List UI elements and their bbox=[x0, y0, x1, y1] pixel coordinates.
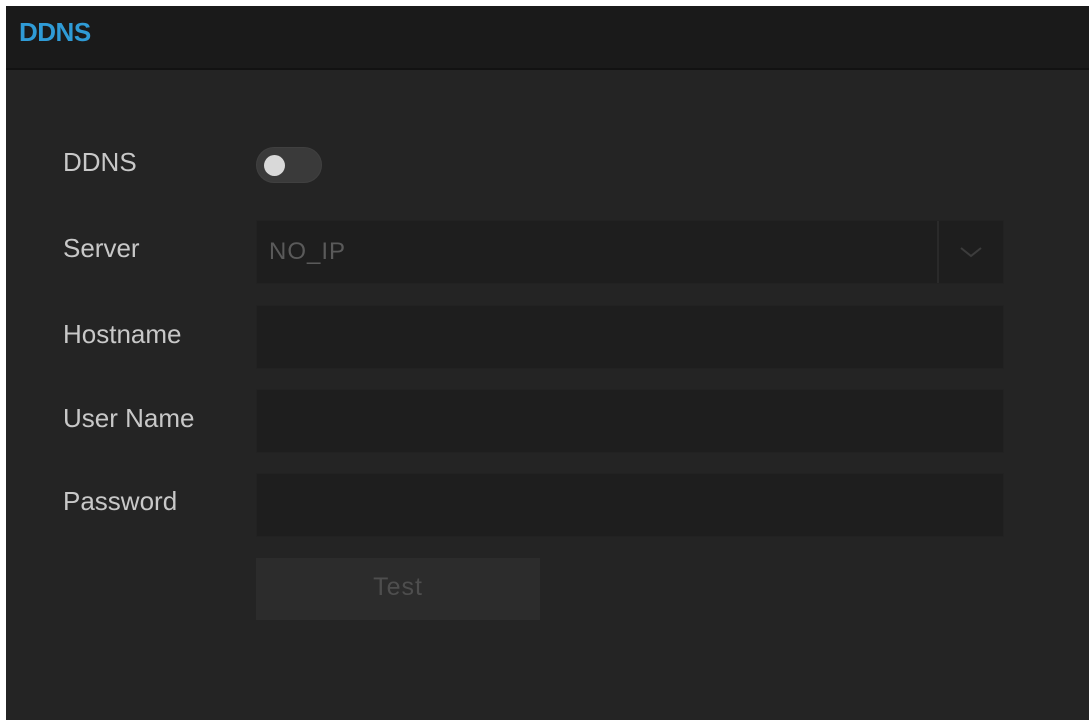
hostname-label: Hostname bbox=[63, 319, 182, 349]
server-select-value: NO_IP bbox=[269, 238, 347, 265]
server-select[interactable]: NO_IP bbox=[256, 220, 1004, 284]
title-bar: DDNS bbox=[6, 6, 1089, 70]
username-input[interactable] bbox=[256, 389, 1004, 453]
ddns-toggle[interactable] bbox=[256, 147, 322, 183]
chevron-down-icon bbox=[960, 247, 982, 258]
username-label: User Name bbox=[63, 403, 195, 433]
server-label: Server bbox=[63, 233, 140, 263]
server-dropdown-button[interactable] bbox=[937, 221, 1003, 283]
ddns-label: DDNS bbox=[63, 147, 137, 177]
hostname-input[interactable] bbox=[256, 305, 1004, 369]
test-button[interactable]: Test bbox=[256, 558, 540, 620]
password-input[interactable] bbox=[256, 473, 1004, 537]
toggle-knob bbox=[264, 155, 285, 176]
password-label: Password bbox=[63, 486, 178, 516]
ddns-settings-window: DDNS DDNS Server NO_IP Hostname User Nam… bbox=[6, 6, 1089, 720]
page-title: DDNS bbox=[19, 17, 91, 47]
